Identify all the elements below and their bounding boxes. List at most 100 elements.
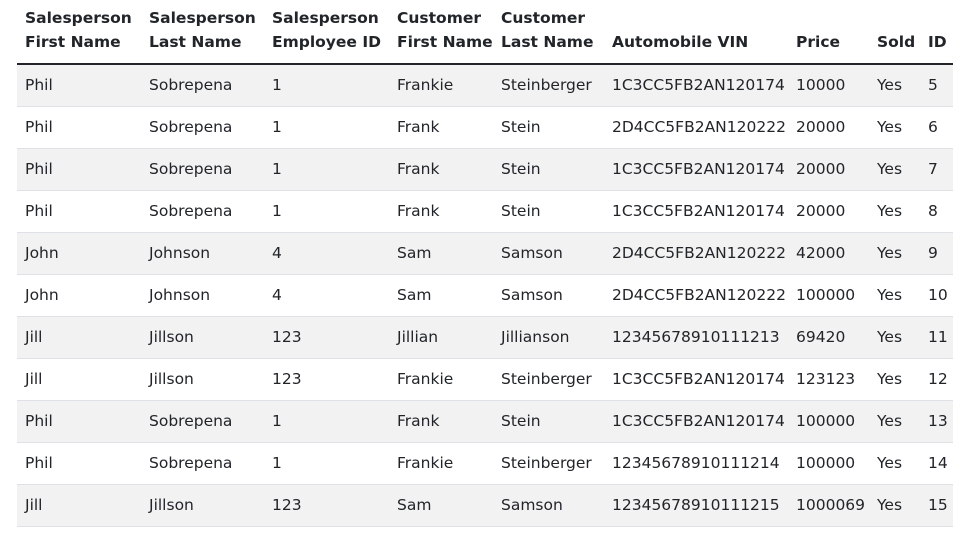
- col-sold-cell: Yes: [869, 106, 920, 149]
- header-label-line: Salesperson: [149, 9, 256, 27]
- col-automobile-vin-cell: 1C3CC5FB2AN120174: [604, 148, 788, 191]
- col-sold-cell: Yes: [869, 358, 920, 401]
- col-customer-first-name-header: Customer First Name: [389, 0, 493, 65]
- col-customer-last-name-cell: Samson: [493, 484, 604, 527]
- col-salesperson-first-name-cell: Jill: [17, 484, 141, 527]
- col-customer-first-name-cell: Frank: [389, 400, 493, 443]
- col-sold-cell: Yes: [869, 442, 920, 485]
- col-automobile-vin-cell: 1C3CC5FB2AN120174: [604, 190, 788, 233]
- col-price-cell: 10000: [788, 64, 869, 107]
- col-customer-last-name-cell: Stein: [493, 190, 604, 233]
- col-customer-last-name-cell: Stein: [493, 106, 604, 149]
- col-id-cell: 12: [920, 358, 953, 401]
- header-label-line: [877, 6, 912, 30]
- col-id-cell: 5: [920, 64, 953, 107]
- col-salesperson-first-name-cell: Jill: [17, 316, 141, 359]
- col-salesperson-last-name-cell: Sobrepena: [141, 64, 264, 107]
- table-row: Phil Sobrepena 1 Frank Stein 1C3CC5FB2AN12017…: [17, 400, 953, 443]
- col-salesperson-last-name-header: Salesperson Last Name: [141, 0, 264, 65]
- col-salesperson-first-name-header: Salesperson First Name: [17, 0, 141, 65]
- col-salesperson-last-name-cell: Johnson: [141, 274, 264, 317]
- table-header: Salesperson First Name Salesperson Last Nam…: [17, 0, 953, 65]
- header-label-line: Automobile VIN: [612, 33, 749, 51]
- col-automobile-vin-cell: 2D4CC5FB2AN120222: [604, 106, 788, 149]
- col-customer-first-name-cell: Sam: [389, 484, 493, 527]
- col-sold-cell: Yes: [869, 64, 920, 107]
- col-salesperson-last-name-cell: Sobrepena: [141, 400, 264, 443]
- header-label-line: [796, 6, 861, 30]
- col-sold-header: Sold: [869, 0, 920, 65]
- table-row: John Johnson 4 Sam Samson 2D4CC5FB2AN120222 10…: [17, 274, 953, 317]
- col-salesperson-employee-id-cell: 123: [264, 316, 389, 359]
- col-salesperson-first-name-cell: Phil: [17, 442, 141, 485]
- col-id-cell: 8: [920, 190, 953, 233]
- col-customer-first-name-cell: Frank: [389, 190, 493, 233]
- col-customer-last-name-cell: Samson: [493, 232, 604, 275]
- header-row: Salesperson First Name Salesperson Last Nam…: [17, 0, 953, 65]
- col-salesperson-employee-id-cell: 1: [264, 400, 389, 443]
- col-salesperson-employee-id-cell: 1: [264, 148, 389, 191]
- col-customer-last-name-cell: Jillianson: [493, 316, 604, 359]
- sales-table-container: Salesperson First Name Salesperson Last Nam…: [17, 0, 953, 527]
- col-customer-last-name-cell: Steinberger: [493, 64, 604, 107]
- col-id-cell: 13: [920, 400, 953, 443]
- col-customer-first-name-cell: Frankie: [389, 442, 493, 485]
- col-salesperson-last-name-cell: Jillson: [141, 358, 264, 401]
- col-customer-first-name-cell: Frankie: [389, 64, 493, 107]
- col-customer-first-name-cell: Frankie: [389, 358, 493, 401]
- col-id-cell: 9: [920, 232, 953, 275]
- col-salesperson-employee-id-cell: 123: [264, 358, 389, 401]
- col-price-cell: 100000: [788, 442, 869, 485]
- col-customer-last-name-cell: Stein: [493, 400, 604, 443]
- col-id-cell: 14: [920, 442, 953, 485]
- table-row: Phil Sobrepena 1 Frank Stein 1C3CC5FB2AN12017…: [17, 190, 953, 233]
- col-automobile-vin-cell: 2D4CC5FB2AN120222: [604, 232, 788, 275]
- col-salesperson-employee-id-cell: 1: [264, 190, 389, 233]
- header-label-line: Customer: [501, 9, 586, 27]
- header-label-line: [612, 6, 780, 30]
- header-label-line: Customer: [397, 9, 482, 27]
- col-sold-cell: Yes: [869, 274, 920, 317]
- col-automobile-vin-cell: 12345678910111215: [604, 484, 788, 527]
- col-salesperson-last-name-cell: Jillson: [141, 484, 264, 527]
- col-automobile-vin-cell: 12345678910111213: [604, 316, 788, 359]
- col-salesperson-last-name-cell: Sobrepena: [141, 442, 264, 485]
- table-row: Phil Sobrepena 1 Frank Stein 1C3CC5FB2AN12017…: [17, 148, 953, 191]
- col-price-cell: 20000: [788, 148, 869, 191]
- col-customer-first-name-cell: Sam: [389, 274, 493, 317]
- table-row: Jill Jillson 123 Frankie Steinberger 1C3CC5FB…: [17, 358, 953, 401]
- table-body: Phil Sobrepena 1 Frankie Steinberger 1C3CC5FB…: [17, 64, 953, 527]
- table-row: Phil Sobrepena 1 Frank Stein 2D4CC5FB2AN12022…: [17, 106, 953, 149]
- table-row: Jill Jillson 123 Sam Samson 12345678910111215…: [17, 484, 953, 527]
- col-price-header: Price: [788, 0, 869, 65]
- col-automobile-vin-cell: 1C3CC5FB2AN120174: [604, 358, 788, 401]
- col-salesperson-last-name-cell: Sobrepena: [141, 106, 264, 149]
- col-price-cell: 20000: [788, 106, 869, 149]
- col-customer-last-name-header: Customer Last Name: [493, 0, 604, 65]
- col-salesperson-last-name-cell: Sobrepena: [141, 148, 264, 191]
- col-automobile-vin-cell: 12345678910111214: [604, 442, 788, 485]
- header-label-line: ID: [928, 33, 947, 51]
- col-salesperson-employee-id-cell: 4: [264, 274, 389, 317]
- col-salesperson-first-name-cell: Phil: [17, 400, 141, 443]
- col-customer-first-name-cell: Frank: [389, 106, 493, 149]
- col-salesperson-employee-id-header: Salesperson Employee ID: [264, 0, 389, 65]
- col-salesperson-first-name-cell: Phil: [17, 190, 141, 233]
- col-customer-last-name-cell: Steinberger: [493, 358, 604, 401]
- header-label-line: Last Name: [501, 33, 594, 51]
- col-price-cell: 100000: [788, 400, 869, 443]
- col-automobile-vin-cell: 2D4CC5FB2AN120222: [604, 274, 788, 317]
- col-salesperson-employee-id-cell: 1: [264, 106, 389, 149]
- col-sold-cell: Yes: [869, 316, 920, 359]
- col-salesperson-first-name-cell: John: [17, 232, 141, 275]
- col-salesperson-employee-id-cell: 123: [264, 484, 389, 527]
- col-price-cell: 42000: [788, 232, 869, 275]
- col-salesperson-last-name-cell: Sobrepena: [141, 190, 264, 233]
- header-label-line: Salesperson: [25, 9, 132, 27]
- col-salesperson-last-name-cell: Johnson: [141, 232, 264, 275]
- col-salesperson-first-name-cell: Phil: [17, 148, 141, 191]
- col-id-cell: 6: [920, 106, 953, 149]
- col-price-cell: 1000069: [788, 484, 869, 527]
- header-label-line: Sold: [877, 33, 916, 51]
- col-sold-cell: Yes: [869, 148, 920, 191]
